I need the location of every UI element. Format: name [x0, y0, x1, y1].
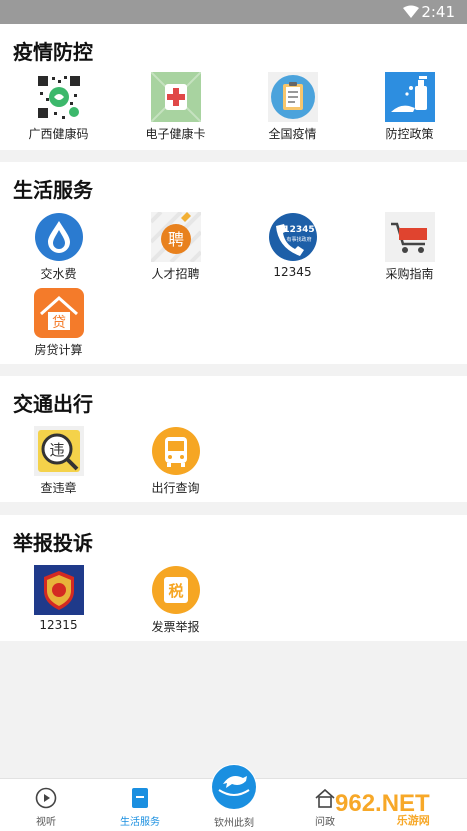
- section-epidemic: 疫情防控 广西健康码 电子健康卡 全国疫情 防控政策: [0, 24, 467, 150]
- section-title: 生活服务: [13, 178, 93, 202]
- tile-label: 交水费: [40, 267, 77, 281]
- nav-label: 生活服务: [120, 817, 160, 828]
- hand-sanitizer-icon: [384, 72, 435, 122]
- tile-prevention-policy[interactable]: 防控政策: [351, 72, 467, 142]
- hotline-phone-icon: 12345 有事找政府: [268, 212, 318, 262]
- tile-label: 广西健康码: [28, 127, 89, 141]
- svg-text:违: 违: [49, 441, 64, 459]
- document-icon: [129, 787, 151, 809]
- nav-item-qinzhou-now[interactable]: [211, 764, 257, 810]
- tile-label: 人才招聘: [151, 267, 200, 281]
- tile-label: 发票举报: [151, 620, 200, 634]
- section-report: 举报投诉 12315 税 发票举报: [0, 515, 467, 641]
- tile-label: 采购指南: [385, 267, 434, 281]
- tile-travel-query[interactable]: 出行查询: [117, 426, 234, 496]
- medical-cross-icon: [149, 71, 202, 123]
- nav-label: 问政: [315, 817, 335, 828]
- nav-label: 视听: [36, 817, 56, 828]
- tile-traffic-violation[interactable]: 违 查违章: [0, 426, 117, 496]
- house-loan-icon: 贷: [33, 288, 84, 338]
- status-bar: 2:41: [0, 0, 467, 24]
- svg-text:税: 税: [168, 582, 183, 600]
- bus-icon: [151, 426, 201, 476]
- tile-talent-recruit[interactable]: 聘 人才招聘: [117, 210, 234, 282]
- tile-label: 房贷计算: [34, 343, 83, 357]
- status-time: 2:41: [421, 3, 455, 21]
- play-circle-icon: [35, 787, 57, 809]
- qr-code-icon: [33, 72, 84, 122]
- tile-label: 全国疫情: [268, 127, 317, 141]
- tile-purchase-guide[interactable]: 采购指南: [351, 212, 467, 282]
- nav-label: 钦州此刻: [214, 818, 254, 829]
- svg-text:12345: 12345: [283, 225, 314, 235]
- tile-label: 查违章: [40, 481, 77, 495]
- section-life-services: 生活服务 交水费 聘 人才招聘 12345 有事找政府 12345 采购指南 贷…: [0, 162, 467, 364]
- wifi-icon: [403, 5, 419, 18]
- svg-text:有事找政府: 有事找政府: [286, 236, 311, 243]
- section-title: 疫情防控: [13, 40, 93, 64]
- emblem-icon: [33, 565, 84, 615]
- tile-mortgage-calc[interactable]: 贷 房贷计算: [0, 288, 117, 358]
- tile-water-bill[interactable]: 交水费: [0, 212, 117, 282]
- section-title: 交通出行: [13, 392, 93, 416]
- nav-item-life-services[interactable]: 生活服务: [100, 787, 180, 828]
- watermark-logo: 962.NET 乐游网: [335, 790, 430, 827]
- tile-12315[interactable]: 12315: [0, 565, 117, 632]
- shopping-cart-icon: [384, 212, 435, 262]
- svg-text:贷: 贷: [52, 315, 66, 331]
- tile-label: 12315: [39, 618, 78, 632]
- tile-national-epidemic[interactable]: 全国疫情: [234, 72, 351, 142]
- clipboard-icon: [267, 72, 318, 122]
- tile-e-health-card[interactable]: 电子健康卡: [117, 71, 234, 142]
- tile-label: 防控政策: [385, 127, 434, 141]
- tile-label: 电子健康卡: [145, 127, 206, 141]
- tax-icon: 税: [151, 565, 201, 615]
- nav-item-audio-video[interactable]: 视听: [6, 787, 86, 828]
- tile-guangxi-health-code[interactable]: 广西健康码: [0, 72, 117, 142]
- recruit-icon: 聘: [149, 210, 202, 264]
- tile-label: 12345: [273, 265, 312, 279]
- tile-invoice-report[interactable]: 税 发票举报: [117, 565, 234, 635]
- home-icon: [314, 787, 336, 809]
- section-title: 举报投诉: [13, 531, 93, 555]
- violation-search-icon: 违: [33, 426, 84, 476]
- water-drop-icon: [34, 212, 84, 262]
- dolphin-globe-icon: [212, 765, 256, 809]
- section-transport: 交通出行 违 查违章 出行查询: [0, 376, 467, 502]
- svg-text:聘: 聘: [167, 230, 183, 249]
- tile-label: 出行查询: [151, 481, 200, 495]
- tile-hotline-12345[interactable]: 12345 有事找政府 12345: [234, 212, 351, 279]
